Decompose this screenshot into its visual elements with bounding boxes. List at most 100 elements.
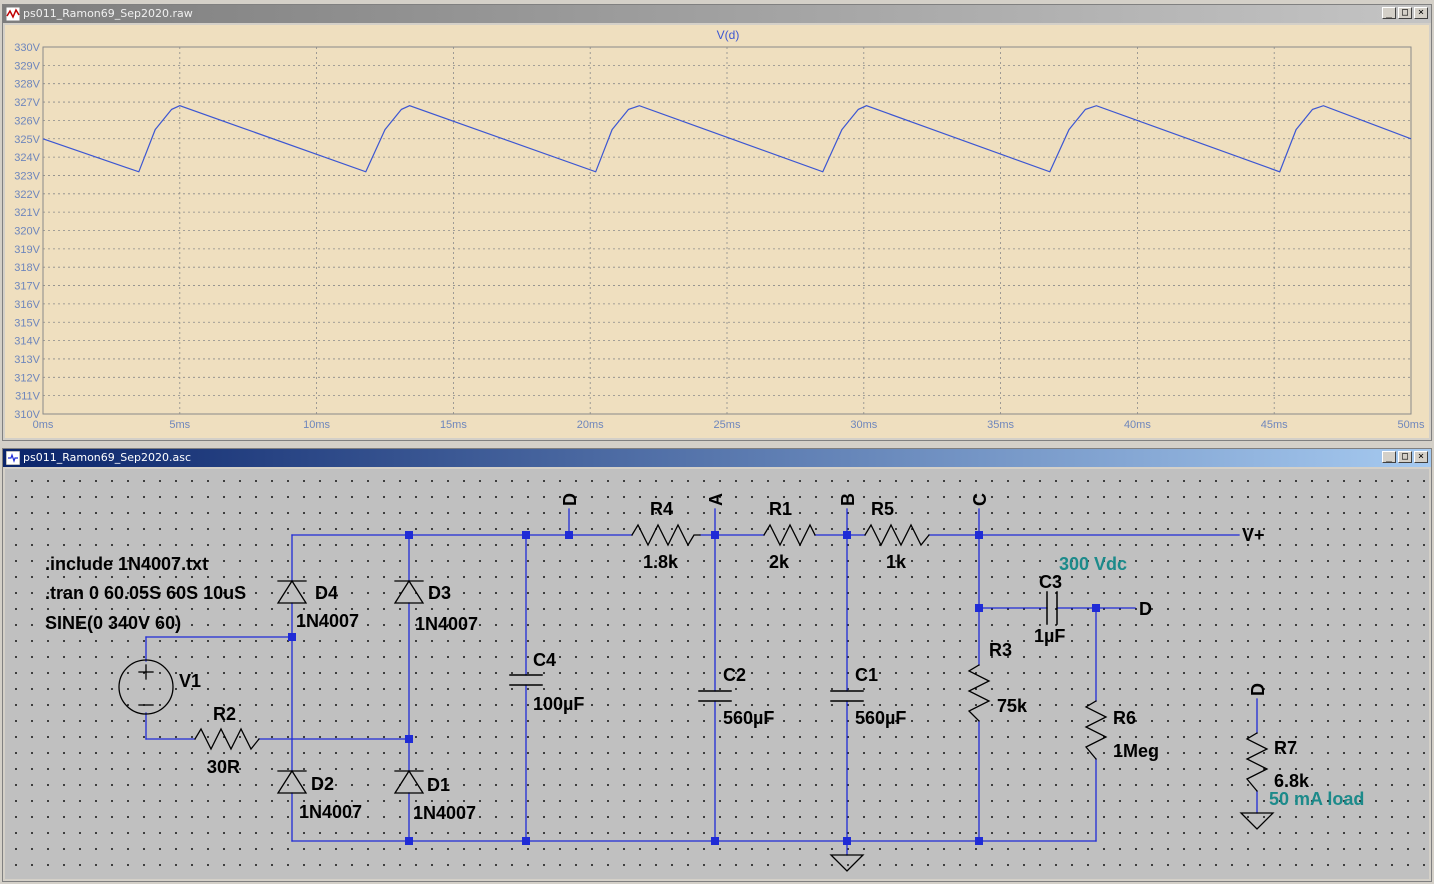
resistor-r4[interactable] — [631, 523, 701, 547]
capacitor-c1[interactable] — [830, 690, 864, 702]
x-tick-label: 15ms — [440, 419, 467, 431]
r3-name[interactable]: R3 — [989, 640, 1012, 660]
waveform-window: ps011_Ramon69_Sep2020.raw _ □ × V(d) 330… — [2, 4, 1432, 441]
r1-value[interactable]: 2k — [769, 552, 790, 572]
y-tick-label: 320V — [14, 226, 40, 238]
c2-value[interactable]: 560µF — [723, 708, 774, 728]
d1-name[interactable]: D1 — [427, 775, 450, 795]
c1-name[interactable]: C1 — [855, 665, 878, 685]
c2-name[interactable]: C2 — [723, 665, 746, 685]
y-tick-label: 327V — [14, 97, 40, 109]
y-tick-label: 321V — [14, 207, 40, 219]
d3-name[interactable]: D3 — [428, 583, 451, 603]
waveform-plot[interactable]: V(d) 330V 329V 328V 327V 326V 325V 324V 323V 322… — [5, 25, 1429, 438]
minimize-button[interactable]: _ — [1382, 7, 1396, 19]
y-tick-label: 323V — [14, 170, 40, 182]
voltage-source-v1[interactable] — [118, 659, 174, 715]
d3-value[interactable]: 1N4007 — [415, 614, 478, 634]
r2-name[interactable]: R2 — [213, 704, 236, 724]
net-label-b[interactable]: B — [838, 493, 858, 506]
d1-value[interactable]: 1N4007 — [413, 803, 476, 823]
d4-name[interactable]: D4 — [315, 583, 338, 603]
resistor-r1[interactable] — [763, 523, 816, 547]
c3-name[interactable]: C3 — [1039, 572, 1062, 592]
y-tick-label: 330V — [14, 42, 40, 54]
source-sine-spec[interactable]: SINE(0 340V 60) — [45, 613, 181, 633]
x-tick-label: 40ms — [1124, 419, 1151, 431]
waveform-titlebar[interactable]: ps011_Ramon69_Sep2020.raw _ □ × — [3, 5, 1431, 23]
net-label-c[interactable]: C — [970, 493, 990, 506]
close-button[interactable]: × — [1414, 7, 1428, 19]
diode-d2[interactable] — [276, 769, 308, 794]
directive-tran[interactable]: .tran 0 60.05S 60S 10uS — [45, 583, 246, 603]
capacitor-c2[interactable] — [698, 690, 732, 702]
net-label-d-top[interactable]: D — [560, 493, 580, 506]
resistor-r7[interactable] — [1245, 732, 1269, 792]
resistor-r6[interactable] — [1084, 700, 1108, 760]
waveform-title: ps011_Ramon69_Sep2020.raw — [23, 7, 193, 20]
minimize-button[interactable]: _ — [1382, 451, 1396, 463]
c1-value[interactable]: 560µF — [855, 708, 906, 728]
y-tick-label: 315V — [14, 317, 40, 329]
ground-symbol-load[interactable] — [1239, 812, 1275, 830]
maximize-button[interactable]: □ — [1398, 7, 1412, 19]
net-label-vplus[interactable]: V+ — [1242, 525, 1265, 545]
resistor-r2[interactable] — [194, 727, 260, 751]
capacitor-c4[interactable] — [509, 674, 543, 686]
junctions — [288, 531, 1100, 845]
r7-value[interactable]: 6.8k — [1274, 771, 1310, 791]
net-label-d-right[interactable]: D — [1139, 599, 1152, 619]
r6-name[interactable]: R6 — [1113, 708, 1136, 728]
r7-name[interactable]: R7 — [1274, 738, 1297, 758]
schematic-titlebar[interactable]: ps011_Ramon69_Sep2020.asc _ □ × — [3, 449, 1431, 467]
r1-name[interactable]: R1 — [769, 499, 792, 519]
trace-label[interactable]: V(d) — [717, 28, 740, 42]
diode-d4[interactable] — [276, 579, 308, 604]
d2-name[interactable]: D2 — [311, 774, 334, 794]
resistor-r3[interactable] — [967, 664, 991, 722]
net-label-d-load[interactable]: D — [1248, 683, 1268, 696]
x-tick-label: 20ms — [577, 419, 604, 431]
y-tick-label: 318V — [14, 262, 40, 274]
c4-value[interactable]: 100µF — [533, 694, 584, 714]
waveform-app-icon — [6, 7, 20, 21]
directive-include[interactable]: .include 1N4007.txt — [45, 554, 208, 574]
schematic-app-icon — [6, 451, 20, 465]
net-label-a[interactable]: A — [706, 493, 726, 506]
y-tick-label: 322V — [14, 189, 40, 201]
y-axis-ticks: 330V 329V 328V 327V 326V 325V 324V 323V 322V 321V… — [14, 42, 40, 421]
y-tick-label: 328V — [14, 79, 40, 91]
y-tick-label: 324V — [14, 152, 40, 164]
schematic-canvas[interactable]: D A B C D D V+ .include 1N4007.txt .tran… — [5, 469, 1429, 879]
c4-name[interactable]: C4 — [533, 650, 556, 670]
r5-name[interactable]: R5 — [871, 499, 894, 519]
x-tick-label: 30ms — [850, 419, 877, 431]
r6-value[interactable]: 1Meg — [1113, 741, 1159, 761]
d4-value[interactable]: 1N4007 — [296, 611, 359, 631]
schematic-drawing[interactable]: D A B C D D V+ .include 1N4007.txt .tran… — [5, 469, 1429, 879]
c3-value[interactable]: 1µF — [1034, 626, 1065, 646]
x-tick-label: 0ms — [33, 419, 54, 431]
r4-name[interactable]: R4 — [650, 499, 673, 519]
x-axis-ticks: 0ms 5ms 10ms 15ms 20ms 25ms 30ms 35ms 40ms 45ms 50… — [33, 419, 1425, 431]
d2-value[interactable]: 1N4007 — [299, 802, 362, 822]
comment-300vdc[interactable]: 300 Vdc — [1059, 554, 1127, 574]
r5-value[interactable]: 1k — [886, 552, 907, 572]
maximize-button[interactable]: □ — [1398, 451, 1412, 463]
plot-pane[interactable]: V(d) 330V 329V 328V 327V 326V 325V 324V 323V 322… — [5, 25, 1429, 438]
comment-50ma-load[interactable]: 50 mA load — [1269, 789, 1364, 809]
resistor-r5[interactable] — [864, 523, 930, 547]
r3-value[interactable]: 75k — [997, 696, 1028, 716]
close-button[interactable]: × — [1414, 451, 1428, 463]
ground-symbol[interactable] — [829, 854, 865, 872]
y-tick-label: 319V — [14, 244, 40, 256]
y-tick-label: 311V — [15, 391, 41, 403]
y-tick-label: 329V — [14, 60, 40, 72]
v1-name[interactable]: V1 — [179, 671, 201, 691]
diode-d3[interactable] — [393, 579, 425, 604]
capacitor-c3[interactable] — [1046, 591, 1058, 625]
y-tick-label: 316V — [14, 299, 40, 311]
r2-value[interactable]: 30R — [207, 757, 240, 777]
diode-d1[interactable] — [393, 769, 425, 794]
r4-value[interactable]: 1.8k — [643, 552, 679, 572]
